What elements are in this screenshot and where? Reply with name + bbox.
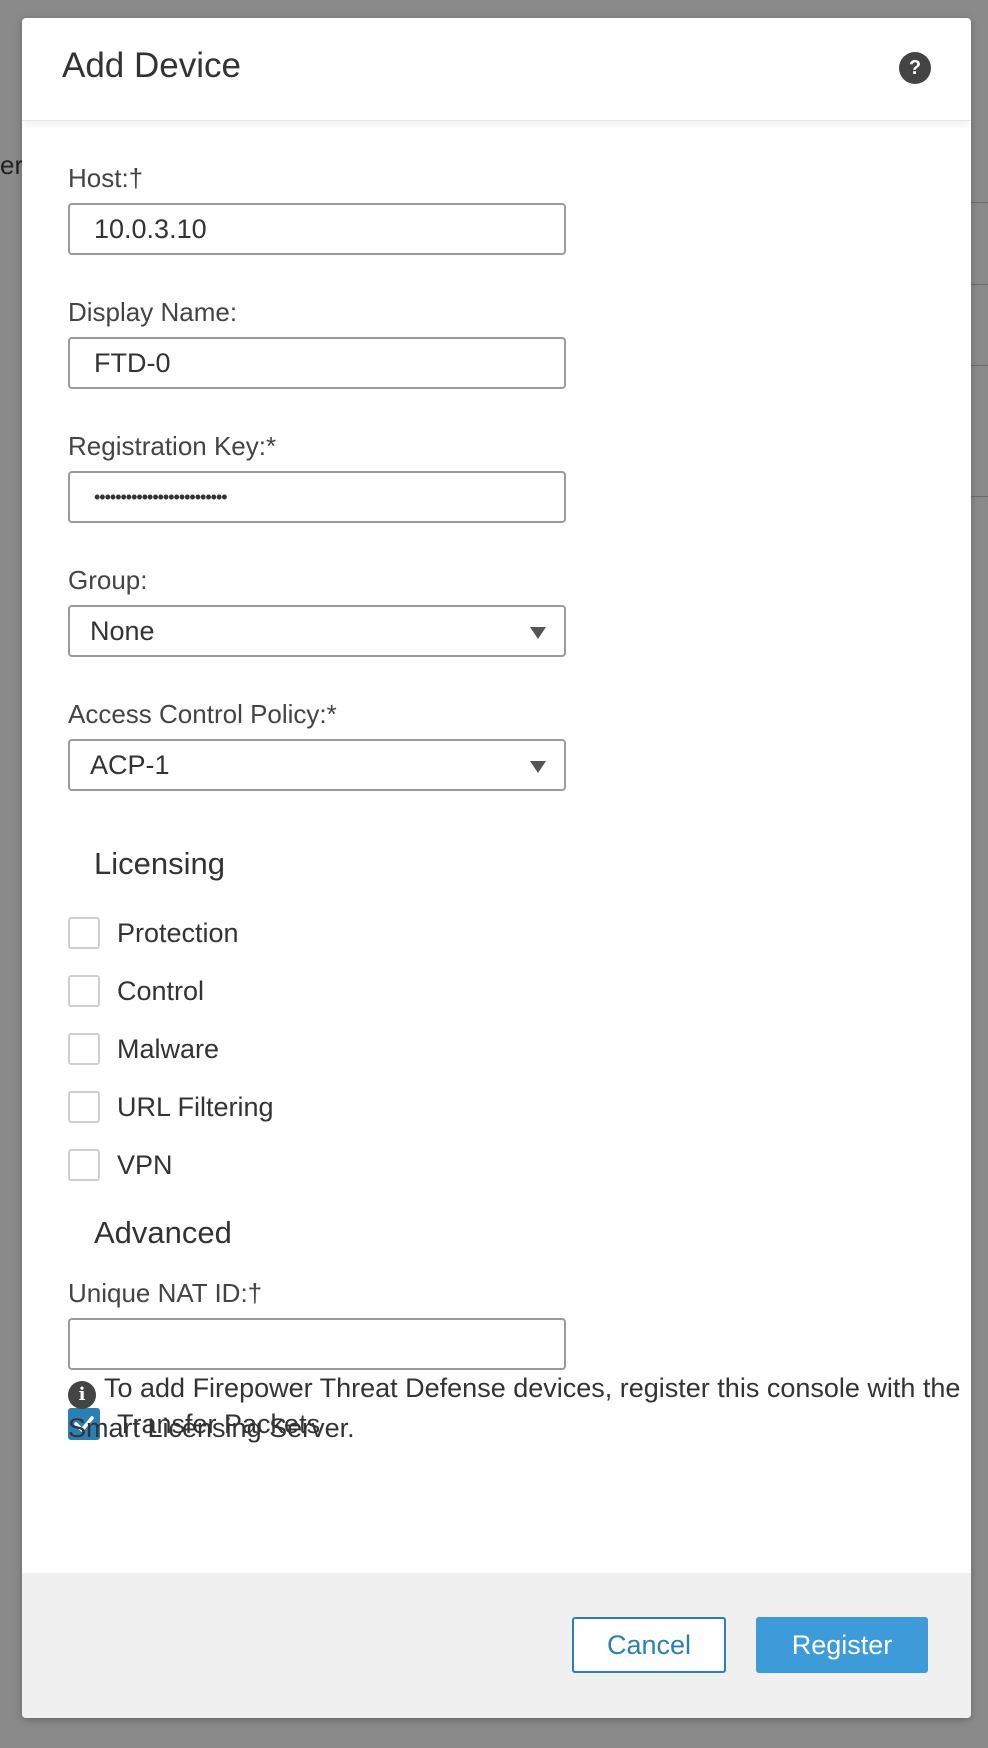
registration-key-label: Registration Key:*	[68, 431, 277, 461]
dialog-header: Add Device ?	[22, 18, 971, 121]
background-divider	[968, 496, 988, 497]
license-malware-row[interactable]: Malware	[68, 1032, 219, 1066]
malware-checkbox[interactable]	[68, 1033, 100, 1065]
license-vpn-row[interactable]: VPN	[68, 1148, 173, 1182]
access-control-policy-selected-value: ACP-1	[90, 750, 170, 780]
background-divider	[968, 284, 988, 285]
license-protection-row[interactable]: Protection	[68, 916, 239, 950]
group-label: Group:	[68, 565, 148, 595]
display-name-label: Display Name:	[68, 297, 238, 327]
control-label: Control	[117, 975, 205, 1006]
dropdown-arrow-icon	[530, 761, 546, 773]
access-control-policy-select[interactable]: ACP-1	[68, 739, 566, 791]
host-label: Host:†	[68, 163, 144, 193]
help-icon[interactable]: ?	[899, 52, 931, 84]
registration-key-input[interactable]: •••••••••••••••••••••••••	[68, 471, 566, 523]
protection-label: Protection	[117, 917, 239, 948]
info-text: To add Firepower Threat Defense devices,…	[68, 1373, 961, 1443]
info-icon: i	[68, 1381, 96, 1409]
group-select[interactable]: None	[68, 605, 566, 657]
vpn-checkbox[interactable]	[68, 1149, 100, 1181]
register-button[interactable]: Register	[756, 1617, 928, 1673]
background-divider	[968, 202, 988, 203]
dialog-title: Add Device	[62, 46, 241, 85]
access-control-policy-label: Access Control Policy:*	[68, 699, 337, 729]
vpn-label: VPN	[117, 1149, 173, 1180]
info-note: i To add Firepower Threat Defense devices…	[68, 1369, 968, 1447]
dropdown-arrow-icon	[530, 627, 546, 639]
advanced-title: Advanced	[94, 1215, 232, 1250]
cancel-button[interactable]: Cancel	[572, 1617, 726, 1673]
url-filtering-checkbox[interactable]	[68, 1091, 100, 1123]
licensing-title: Licensing	[94, 846, 225, 881]
background-divider	[968, 365, 988, 366]
control-checkbox[interactable]	[68, 975, 100, 1007]
add-device-dialog: Add Device ? Host:† 10.0.3.10 Display Na…	[22, 18, 971, 1718]
background-page-text: er	[0, 150, 24, 180]
host-input[interactable]: 10.0.3.10	[68, 203, 566, 255]
license-url-filtering-row[interactable]: URL Filtering	[68, 1090, 274, 1124]
url-filtering-label: URL Filtering	[117, 1091, 274, 1122]
display-name-input[interactable]: FTD-0	[68, 337, 566, 389]
unique-nat-id-input[interactable]	[68, 1318, 566, 1370]
group-selected-value: None	[90, 616, 155, 646]
dialog-footer: Cancel Register	[22, 1573, 971, 1718]
unique-nat-id-label: Unique NAT ID:†	[68, 1278, 263, 1308]
protection-checkbox[interactable]	[68, 917, 100, 949]
malware-label: Malware	[117, 1033, 220, 1064]
license-control-row[interactable]: Control	[68, 974, 204, 1008]
